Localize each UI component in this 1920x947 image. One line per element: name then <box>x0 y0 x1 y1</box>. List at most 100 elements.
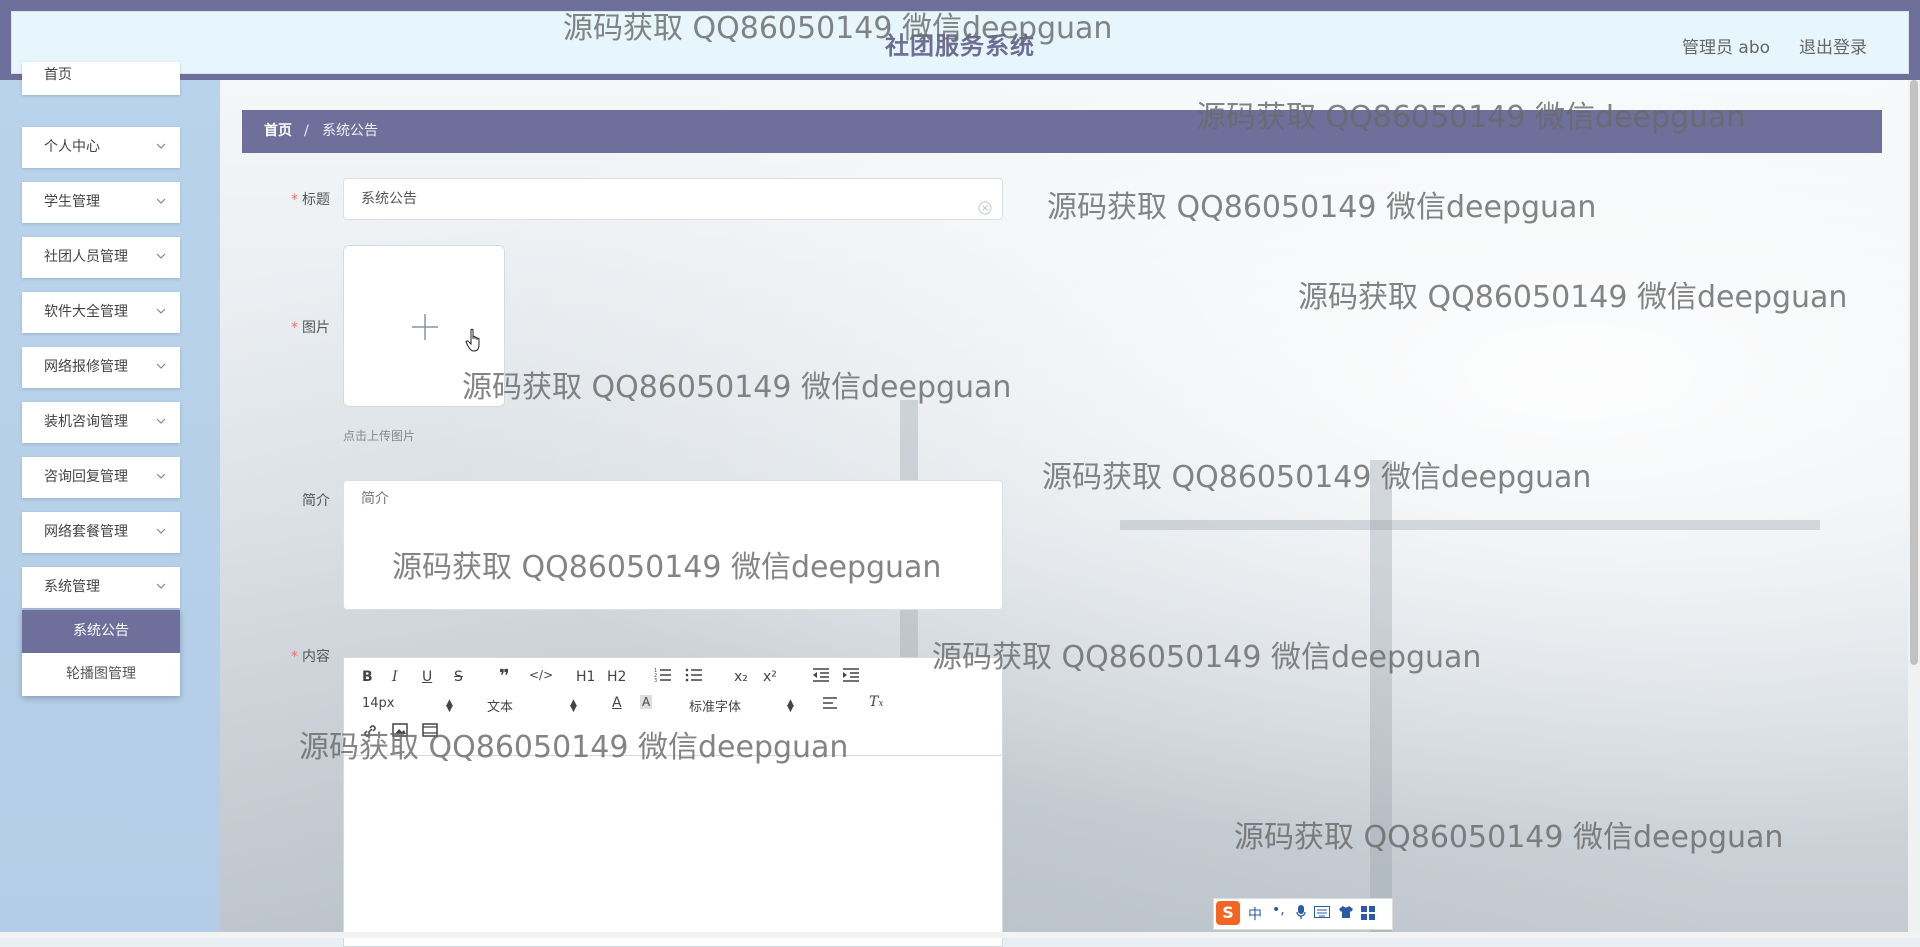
header-type-select[interactable]: 文本 ▲ ▼ <box>487 696 577 716</box>
watermark: 源码获取 QQ86050149 微信deepguan <box>1042 460 1592 495</box>
breadcrumb-home[interactable]: 首页 <box>264 110 292 153</box>
sidebar-item-students[interactable]: 学生管理 <box>22 182 180 223</box>
required-mark: * <box>291 320 298 336</box>
watermark: 源码获取 QQ86050149 微信deepguan <box>299 730 849 765</box>
header-type-value: 文本 <box>487 700 514 715</box>
clear-format-icon[interactable]: Tx <box>869 694 883 710</box>
submenu-item-carousel[interactable]: 轮播图管理 <box>22 653 180 696</box>
superscript-button[interactable]: x² <box>763 669 777 685</box>
plus-icon <box>412 314 438 340</box>
background-beam <box>1120 520 1820 530</box>
content-label: * 内容 <box>230 646 330 666</box>
underline-button[interactable]: U <box>422 669 432 685</box>
sidebar-item-label: 咨询回复管理 <box>44 469 128 485</box>
h2-button[interactable]: H2 <box>607 669 626 685</box>
logout-link[interactable]: 退出登录 <box>1799 33 1867 58</box>
keyboard-icon[interactable] <box>1314 906 1330 922</box>
skin-icon[interactable] <box>1338 905 1354 923</box>
sidebar-item-label: 首页 <box>44 67 72 83</box>
chevron-down-icon <box>156 292 166 333</box>
ime-toolbar: S 中 •, <box>1213 898 1393 930</box>
bold-button[interactable]: B <box>362 669 373 685</box>
required-mark: * <box>291 649 298 665</box>
font-size-select[interactable]: 14px ▲ ▼ <box>362 696 453 714</box>
font-family-value: 标准字体 <box>689 700 742 715</box>
sidebar-item-personal-center[interactable]: 个人中心 <box>22 127 180 168</box>
strikethrough-button[interactable]: S <box>454 669 463 685</box>
submenu-item-announcement[interactable]: 系统公告 <box>22 610 180 653</box>
clear-icon[interactable] <box>978 191 992 215</box>
title-input-value: 系统公告 <box>361 191 417 207</box>
sidebar-item-club-members[interactable]: 社团人员管理 <box>22 237 180 278</box>
watermark: 源码获取 QQ86050149 微信deepguan <box>392 550 942 585</box>
watermark: 源码获取 QQ86050149 微信deepguan <box>462 370 1012 405</box>
watermark: 源码获取 QQ86050149 微信deepguan <box>1196 100 1746 135</box>
scrollbar-thumb[interactable] <box>1910 80 1918 665</box>
title-input[interactable]: 系统公告 <box>343 178 1003 220</box>
select-arrows-icon: ▲ ▼ <box>787 698 794 714</box>
page-scrollbar[interactable] <box>1908 80 1920 938</box>
background-color-icon[interactable]: A <box>640 695 653 709</box>
sidebar: 首页 个人中心 学生管理 社团人员管理 软件大全管理 网络报修管理 装机咨询管理… <box>0 62 220 938</box>
sogou-logo-icon[interactable]: S <box>1216 901 1240 925</box>
sidebar-item-system[interactable]: 系统管理 <box>22 567 180 608</box>
bullet-list-icon[interactable] <box>685 667 703 687</box>
svg-text:3: 3 <box>654 678 657 683</box>
chevron-down-icon <box>156 347 166 388</box>
hand-cursor-icon <box>465 328 480 352</box>
upload-hint: 点击上传图片 <box>343 429 416 443</box>
sidebar-item-label: 个人中心 <box>44 139 100 155</box>
sidebar-item-label: 装机咨询管理 <box>44 414 128 430</box>
sidebar-item-label: 软件大全管理 <box>44 304 128 320</box>
rich-text-editor: B I U S ❞ </> H1 H2 123 x₂ x² 14px ▲ ▼ 文本… <box>343 657 1003 947</box>
breadcrumb-current: 系统公告 <box>322 123 378 139</box>
blockquote-icon[interactable]: ❞ <box>499 666 510 687</box>
sidebar-item-home[interactable]: 首页 <box>22 62 180 95</box>
watermark: 源码获取 QQ86050149 微信deepguan <box>563 11 1113 46</box>
toolbox-icon[interactable] <box>1361 906 1375 924</box>
sidebar-item-install-consult[interactable]: 装机咨询管理 <box>22 402 180 443</box>
content-label-text: 内容 <box>302 649 330 665</box>
subscript-button[interactable]: x₂ <box>734 669 748 685</box>
chevron-down-icon <box>156 237 166 278</box>
ordered-list-icon[interactable]: 123 <box>654 667 672 687</box>
code-block-icon[interactable]: </> <box>529 668 553 682</box>
title-label: * 标题 <box>230 189 330 209</box>
chevron-down-icon <box>156 567 166 608</box>
system-submenu: 系统公告 轮播图管理 <box>22 610 180 696</box>
breadcrumb-separator: / <box>304 123 309 139</box>
sidebar-item-network-package[interactable]: 网络套餐管理 <box>22 512 180 553</box>
font-size-value: 14px <box>362 696 395 711</box>
intro-label: 简介 <box>302 493 330 509</box>
admin-label: 管理员 abo <box>1682 38 1771 58</box>
h1-button[interactable]: H1 <box>576 669 595 685</box>
italic-button[interactable]: I <box>392 669 398 685</box>
title-label-text: 标题 <box>302 192 330 208</box>
sidebar-item-network-repair[interactable]: 网络报修管理 <box>22 347 180 388</box>
chevron-down-icon <box>156 457 166 498</box>
watermark: 源码获取 QQ86050149 微信deepguan <box>1298 280 1848 315</box>
outdent-icon[interactable] <box>812 667 830 687</box>
microphone-icon[interactable] <box>1296 904 1306 924</box>
align-icon[interactable] <box>822 696 838 714</box>
indent-icon[interactable] <box>842 667 860 687</box>
bottom-strip <box>0 932 1920 938</box>
image-label-text: 图片 <box>302 320 330 336</box>
sidebar-item-label: 网络套餐管理 <box>44 524 128 540</box>
chevron-down-icon <box>156 127 166 168</box>
sidebar-item-software[interactable]: 软件大全管理 <box>22 292 180 333</box>
ime-language-toggle[interactable]: 中 <box>1248 904 1262 924</box>
font-family-select[interactable]: 标准字体 ▲ ▼ <box>689 696 794 716</box>
watermark: 源码获取 QQ86050149 微信deepguan <box>1234 820 1784 855</box>
sidebar-item-consult-reply[interactable]: 咨询回复管理 <box>22 457 180 498</box>
chevron-down-icon <box>156 512 166 553</box>
image-label: * 图片 <box>230 317 330 337</box>
chevron-down-icon <box>156 182 166 223</box>
sidebar-item-label: 系统管理 <box>44 579 100 595</box>
sidebar-item-label: 学生管理 <box>44 194 100 210</box>
watermark: 源码获取 QQ86050149 微信deepguan <box>932 640 1482 675</box>
text-color-icon[interactable]: A <box>612 695 622 711</box>
background-pole <box>1370 460 1392 938</box>
select-arrows-icon: ▲ ▼ <box>446 698 453 714</box>
punctuation-icon[interactable]: •, <box>1272 902 1285 918</box>
